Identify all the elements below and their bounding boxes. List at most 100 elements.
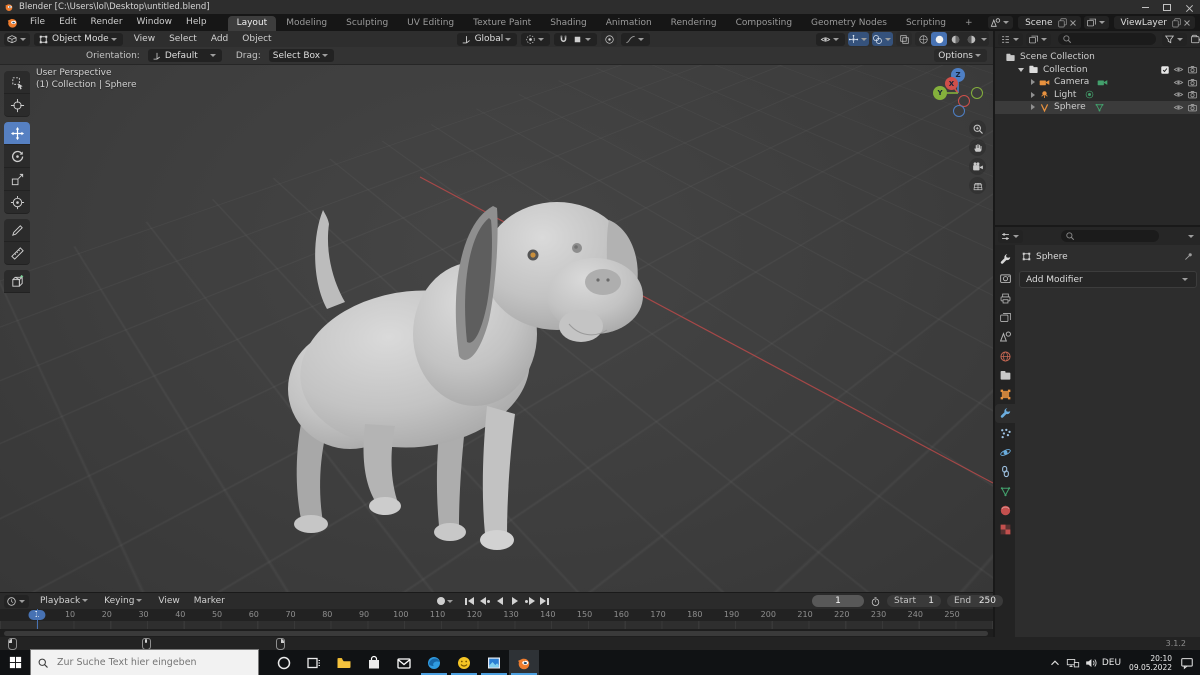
outliner-row-camera[interactable]: Camera <box>995 76 1200 89</box>
keyboard-language[interactable]: DEU <box>1102 658 1121 668</box>
expand-icon[interactable] <box>1031 79 1035 85</box>
record-icon[interactable] <box>437 597 445 605</box>
properties-tab-scene[interactable] <box>995 327 1015 346</box>
expand-icon[interactable] <box>1031 92 1035 98</box>
jump-end-button[interactable] <box>538 595 551 607</box>
tab-texture-paint[interactable]: Texture Paint <box>464 16 540 31</box>
taskbar-app-explorer[interactable] <box>329 650 359 675</box>
auto-keying-icon[interactable] <box>870 596 881 607</box>
falloff-dropdown[interactable] <box>621 33 650 46</box>
play-reverse-button[interactable] <box>493 595 506 607</box>
taskbar-app-mail[interactable] <box>389 650 419 675</box>
close-button[interactable] <box>1178 0 1200 14</box>
timeline-menu-marker[interactable]: Marker <box>187 596 232 606</box>
toggle-ortho-button[interactable] <box>969 177 986 194</box>
tab-modeling[interactable]: Modeling <box>277 16 336 31</box>
properties-tab-world[interactable] <box>995 347 1015 366</box>
viewport-menu-add[interactable]: Add <box>204 34 235 44</box>
taskbar-app-task-view[interactable] <box>299 650 329 675</box>
current-frame-field[interactable]: 1 <box>812 595 864 607</box>
viewport-menu-select[interactable]: Select <box>162 34 204 44</box>
timeline-ruler[interactable]: 1102030405060708090100110120130140150160… <box>0 609 993 621</box>
properties-editor-type-button[interactable] <box>998 230 1023 243</box>
dog-model[interactable] <box>288 202 643 550</box>
viewport-menu-view[interactable]: View <box>127 34 162 44</box>
expand-icon[interactable] <box>1031 104 1035 110</box>
taskbar-app-store[interactable] <box>359 650 389 675</box>
network-icon[interactable] <box>1066 656 1080 670</box>
properties-search-input[interactable] <box>1061 230 1159 242</box>
tool-scale[interactable] <box>4 168 30 191</box>
properties-tab-view-layer[interactable] <box>995 308 1015 327</box>
outliner-editor-type-button[interactable] <box>998 33 1023 46</box>
tab-geometry-nodes[interactable]: Geometry Nodes <box>802 16 896 31</box>
scene-browse-button[interactable] <box>988 16 1013 29</box>
pan-button[interactable] <box>969 139 986 156</box>
menu-window[interactable]: Window <box>130 14 180 31</box>
menu-file[interactable]: File <box>23 14 52 31</box>
taskbar-search[interactable] <box>30 649 259 675</box>
outliner-display-mode-button[interactable] <box>1026 33 1051 46</box>
properties-tab-object[interactable] <box>995 385 1015 404</box>
proportional-edit-toggle[interactable] <box>601 32 617 46</box>
taskbar-app-blender[interactable] <box>509 650 539 675</box>
breadcrumb-object-name[interactable]: Sphere <box>1036 252 1068 262</box>
properties-tab-material[interactable] <box>995 501 1015 520</box>
start-button[interactable] <box>0 650 30 675</box>
tab-shading[interactable]: Shading <box>541 16 596 31</box>
scene-name-field[interactable]: Scene <box>1018 16 1080 29</box>
remove-icon[interactable] <box>1182 18 1192 28</box>
checkbox-icon[interactable] <box>1160 65 1170 75</box>
timeline-menu-playback[interactable]: Playback <box>33 596 97 606</box>
blender-menu-icon[interactable] <box>6 16 19 29</box>
properties-tab-output[interactable] <box>995 289 1015 308</box>
tab-scripting[interactable]: Scripting <box>897 16 955 31</box>
prev-keyframe-button[interactable] <box>478 595 491 607</box>
tool-move[interactable] <box>4 122 30 145</box>
jump-start-button[interactable] <box>463 595 476 607</box>
disable-render-icon[interactable] <box>1187 102 1198 113</box>
menu-edit[interactable]: Edit <box>52 14 83 31</box>
tool-annotate[interactable] <box>4 219 30 242</box>
clock[interactable]: 20:10 09.05.2022 <box>1125 654 1176 672</box>
taskbar-app-feedback[interactable] <box>449 650 479 675</box>
shading-wireframe-button[interactable] <box>915 32 931 46</box>
object-visibility-dropdown[interactable] <box>816 33 845 46</box>
viewlayer-name-field[interactable]: ViewLayer <box>1114 16 1195 29</box>
tab-animation[interactable]: Animation <box>597 16 661 31</box>
zoom-button[interactable] <box>969 120 986 137</box>
tab-layout[interactable]: Layout <box>228 16 277 31</box>
orientation-default-dropdown[interactable]: Default <box>148 49 222 62</box>
taskbar-search-input[interactable] <box>55 656 239 669</box>
snap-toggle-group[interactable] <box>554 33 597 46</box>
outliner-row-sphere[interactable]: Sphere <box>995 101 1200 114</box>
timeline-menu-view[interactable]: View <box>151 596 186 606</box>
properties-tab-collection[interactable] <box>995 366 1015 385</box>
taskbar-app-edge[interactable] <box>419 650 449 675</box>
hide-eye-icon[interactable] <box>1173 102 1184 113</box>
viewlayer-browse-button[interactable] <box>1084 16 1109 29</box>
properties-tab-tool[interactable] <box>995 250 1015 269</box>
viewport-menu-object[interactable]: Object <box>235 34 278 44</box>
pivot-point-dropdown[interactable] <box>521 33 550 46</box>
outliner-row-scene-collection[interactable]: Scene Collection <box>995 51 1200 64</box>
gizmo-x-axis[interactable]: X <box>945 77 958 90</box>
tab--[interactable]: + <box>956 16 982 31</box>
tool-transform[interactable] <box>4 191 30 214</box>
disable-render-icon[interactable] <box>1187 89 1198 100</box>
pin-icon[interactable] <box>1183 251 1194 262</box>
camera-view-button[interactable] <box>969 158 986 175</box>
play-button[interactable] <box>508 595 521 607</box>
xray-toggle[interactable] <box>896 32 912 46</box>
gizmo-y-axis[interactable]: Y <box>933 86 947 100</box>
navigation-gizmo[interactable]: Z X Y <box>925 60 991 126</box>
tool-rotate[interactable] <box>4 145 30 168</box>
duplicate-icon[interactable] <box>1171 17 1182 28</box>
next-keyframe-button[interactable] <box>523 595 536 607</box>
timeline-track[interactable] <box>0 621 993 629</box>
tab-uv-editing[interactable]: UV Editing <box>398 16 463 31</box>
frame-end-field[interactable]: End 250 <box>947 595 1003 607</box>
properties-tab-modifiers[interactable] <box>995 404 1015 423</box>
tool-measure[interactable] <box>4 242 30 265</box>
tool-add-cube[interactable] <box>4 270 30 293</box>
